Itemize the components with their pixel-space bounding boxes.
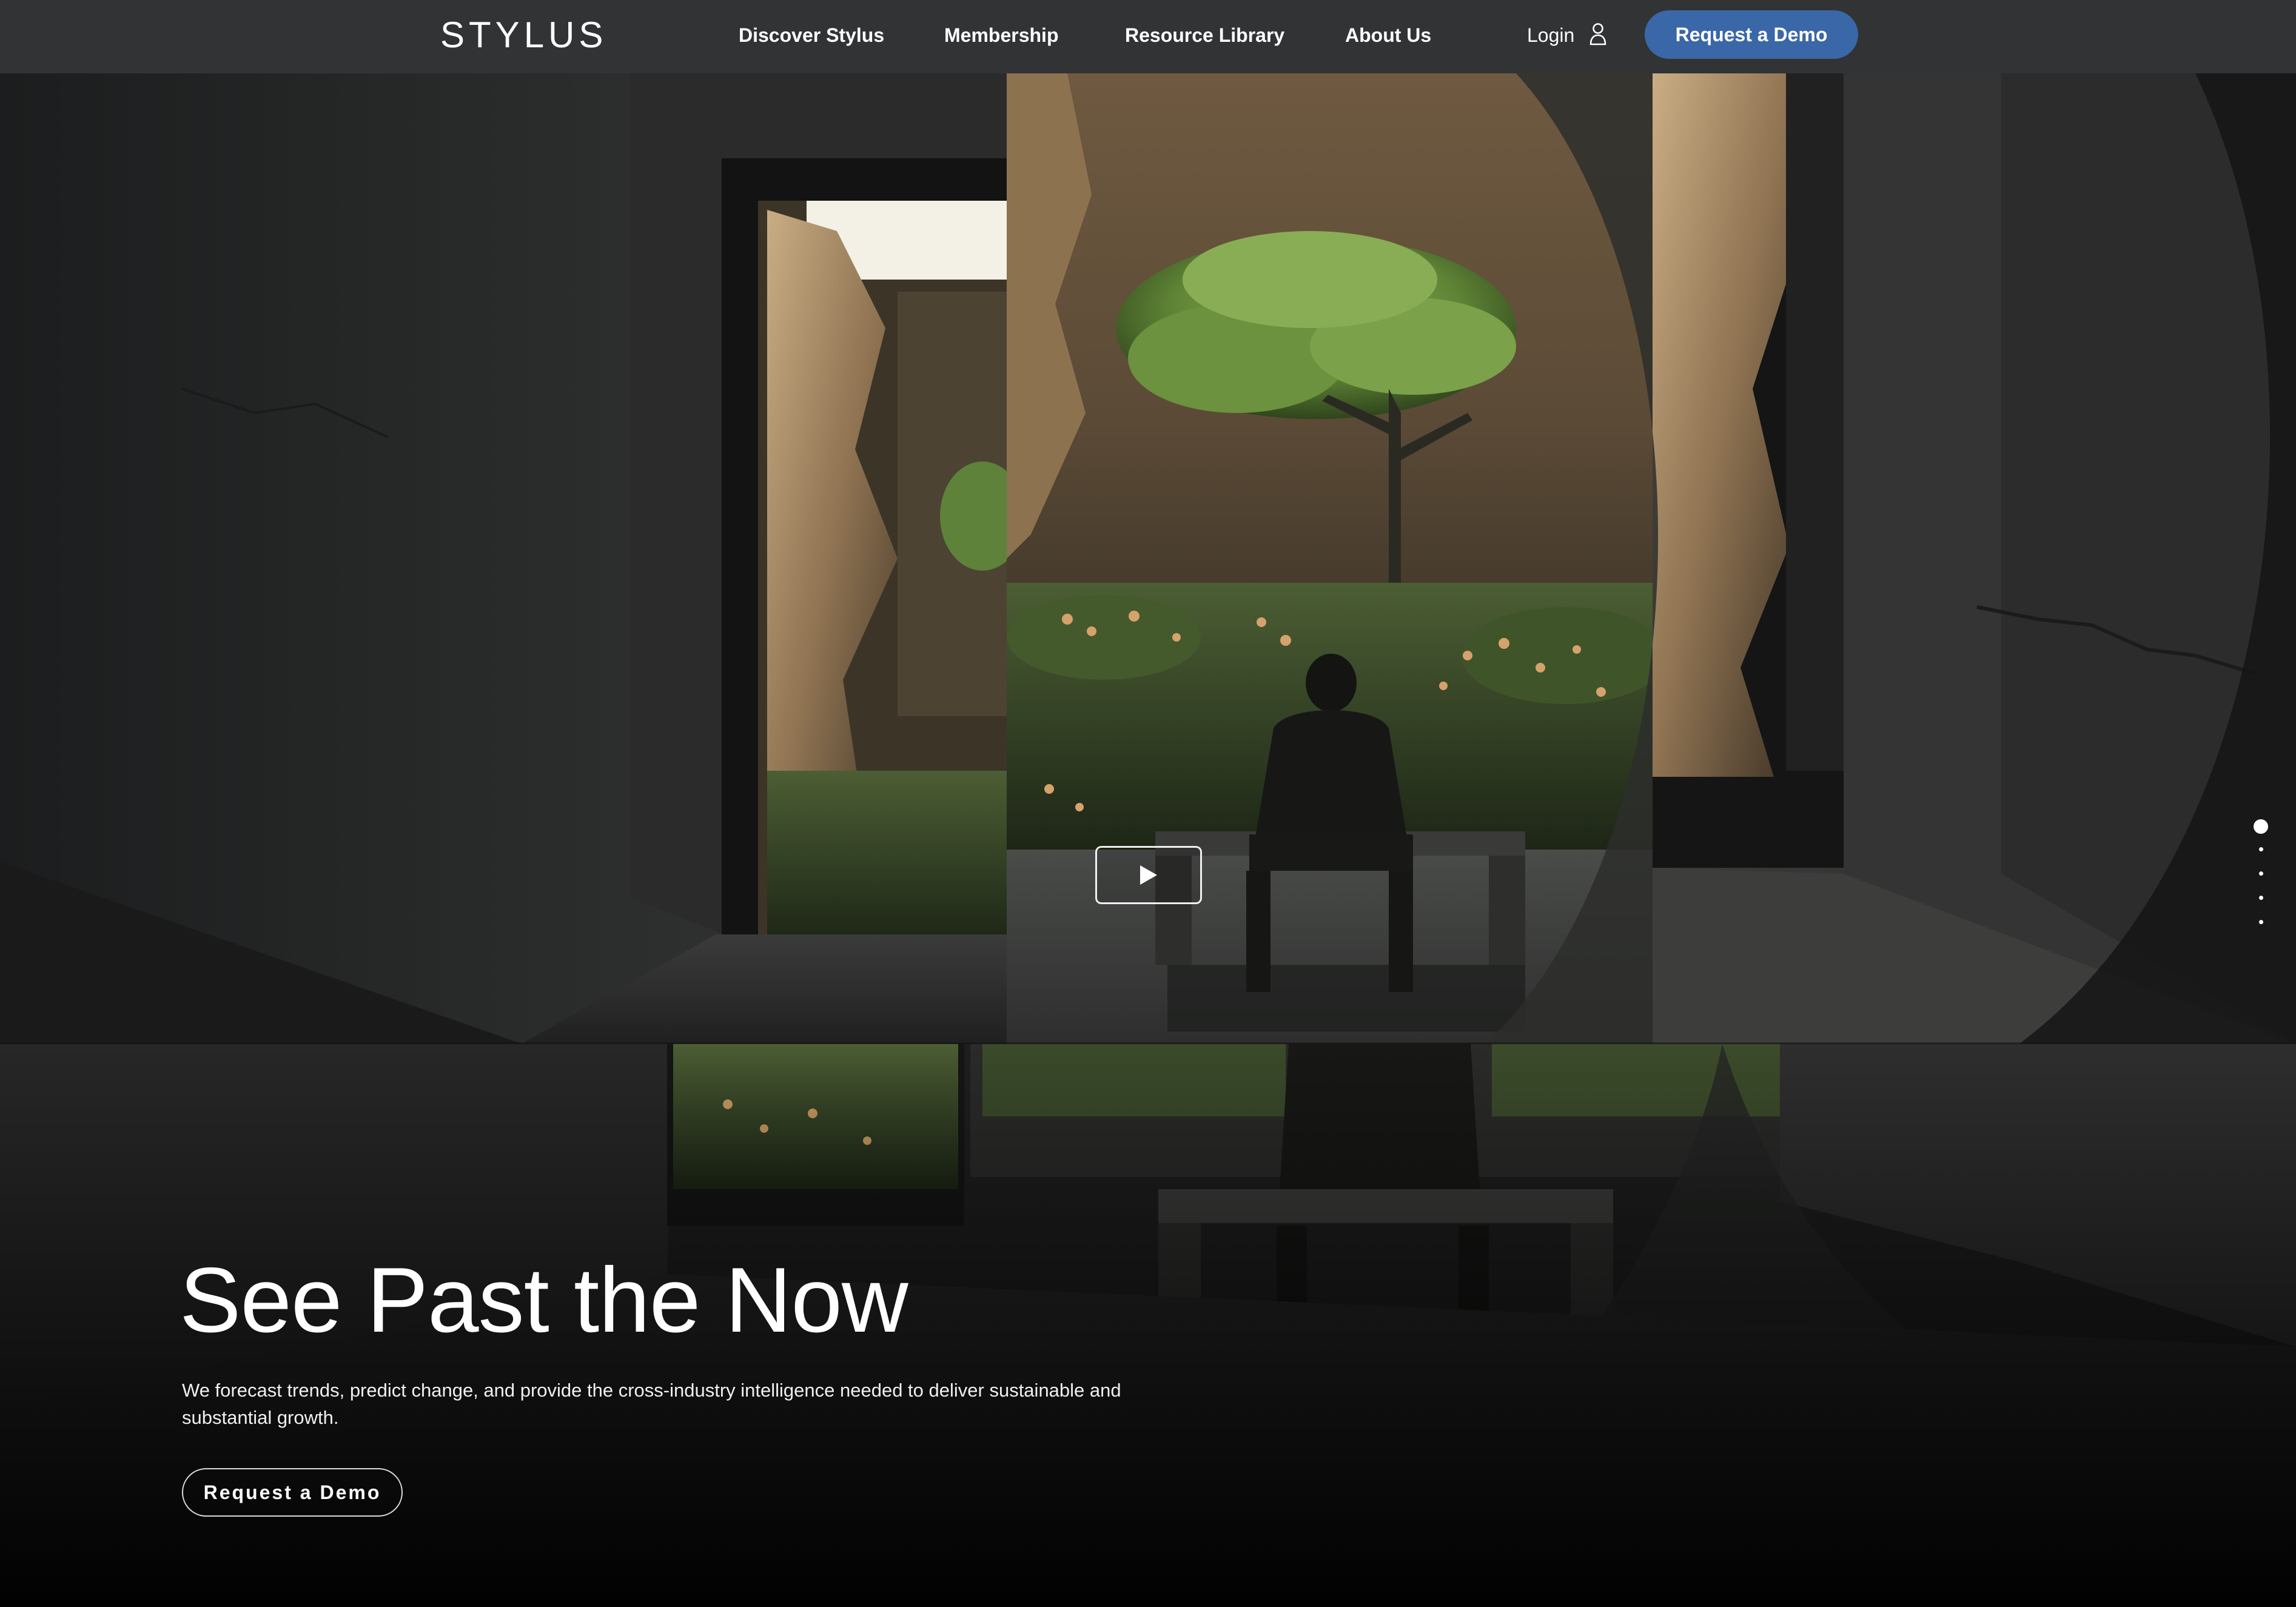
hero-request-demo-button[interactable]: Request a Demo <box>182 1468 403 1517</box>
nav-resource-library[interactable]: Resource Library <box>1125 23 1284 47</box>
play-video-button[interactable] <box>1095 846 1202 904</box>
play-icon <box>1140 865 1157 885</box>
slide-pager <box>2252 819 2271 928</box>
pager-dot-4[interactable] <box>2259 896 2263 900</box>
login-link[interactable]: Login <box>1527 23 1574 47</box>
site-header: STYLUS Discover Stylus Membership Resour… <box>0 0 2296 73</box>
pager-dot-3[interactable] <box>2259 871 2263 876</box>
nav-membership[interactable]: Membership <box>944 23 1058 47</box>
request-demo-button[interactable]: Request a Demo <box>1645 10 1858 59</box>
pager-dot-2[interactable] <box>2259 847 2263 851</box>
user-icon[interactable] <box>1589 22 1607 46</box>
hero-subcopy: We forecast trends, predict change, and … <box>182 1380 1121 1428</box>
pager-dot-5[interactable] <box>2259 920 2263 924</box>
pager-dot-1[interactable] <box>2254 819 2268 834</box>
nav-discover-stylus[interactable]: Discover Stylus <box>739 23 884 47</box>
hero-headline: See Past the Now <box>180 1249 908 1352</box>
stylus-logo[interactable]: STYLUS <box>440 16 607 55</box>
nav-about-us[interactable]: About Us <box>1345 23 1431 47</box>
